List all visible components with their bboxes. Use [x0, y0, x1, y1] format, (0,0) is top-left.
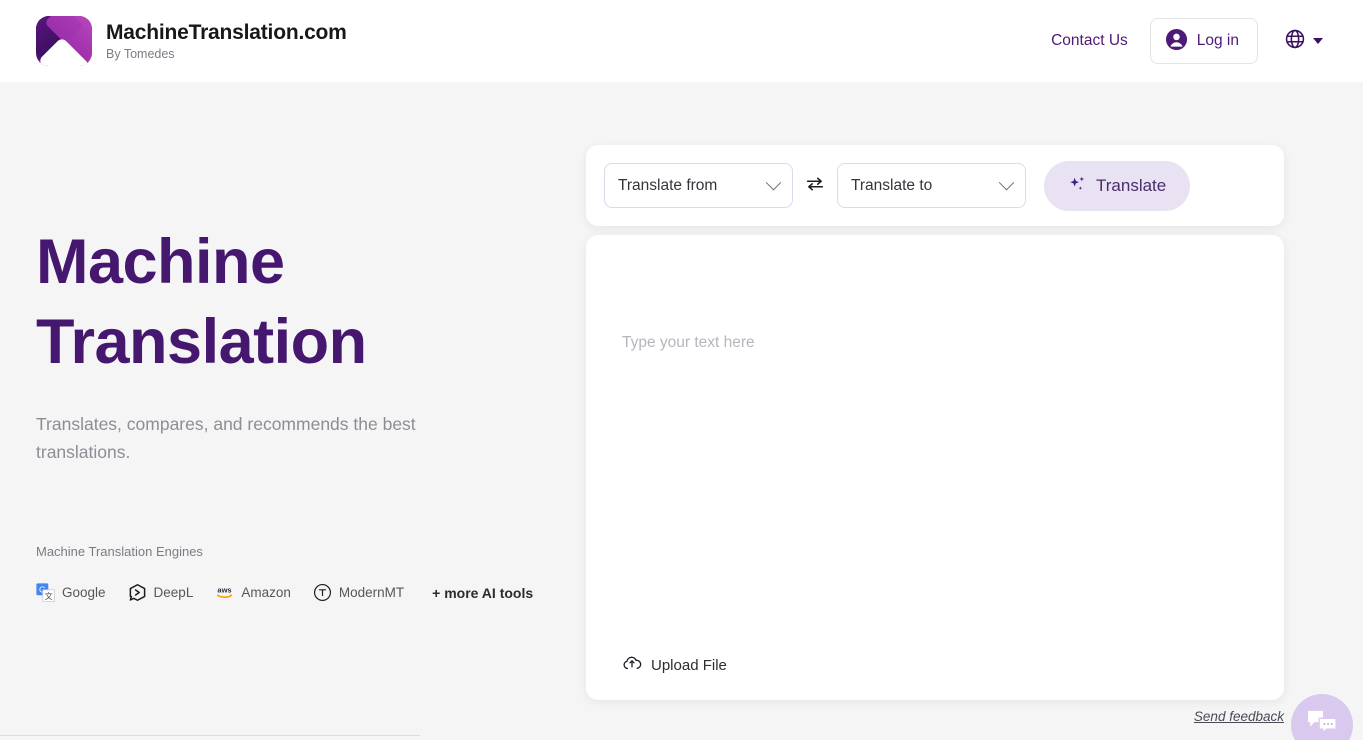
translate-button-label: Translate	[1096, 175, 1167, 195]
modernmt-icon	[313, 583, 332, 602]
swap-arrows-icon	[804, 173, 826, 198]
site-header: MachineTranslation.com By Tomedes Contac…	[0, 0, 1363, 82]
engine-amazon-label: Amazon	[241, 585, 291, 600]
login-button[interactable]: Log in	[1149, 18, 1258, 64]
more-ai-tools-link[interactable]: + more AI tools	[432, 585, 533, 601]
brand-subtitle: By Tomedes	[106, 47, 175, 62]
footer-divider	[0, 735, 420, 736]
svg-text:aws: aws	[218, 586, 232, 595]
source-language-select[interactable]: Translate from	[604, 163, 793, 208]
swap-languages-button[interactable]	[793, 167, 837, 205]
engines-list: G 文 Google DeepL aws Amazon ModernMT + m…	[36, 583, 533, 602]
login-button-label: Log in	[1196, 32, 1239, 49]
send-feedback-link[interactable]: Send feedback	[1194, 709, 1284, 724]
chat-widget-button[interactable]	[1291, 694, 1353, 740]
page-body: Machine Translation Translates, compares…	[0, 82, 1363, 740]
upload-file-button[interactable]: Upload File	[622, 653, 727, 678]
engine-modernmt[interactable]: ModernMT	[313, 583, 404, 602]
translate-button[interactable]: Translate	[1044, 160, 1191, 211]
chat-bubbles-icon	[1305, 708, 1339, 740]
machinetranslation-logo-icon	[36, 16, 92, 66]
source-text-input[interactable]: Type your text here	[622, 334, 755, 352]
contact-us-link[interactable]: Contact Us	[1051, 32, 1128, 50]
target-language-select[interactable]: Translate to	[837, 163, 1026, 208]
brand-text: MachineTranslation.com By Tomedes	[106, 21, 347, 61]
translation-controls-card: Translate from Translate to Translate	[586, 145, 1284, 226]
chevron-down-icon	[998, 174, 1015, 191]
sparkle-icon	[1068, 175, 1087, 197]
engine-modernmt-label: ModernMT	[338, 585, 405, 600]
chevron-down-icon	[765, 174, 782, 191]
svg-text:文: 文	[45, 591, 53, 601]
target-language-value: Translate to	[851, 176, 933, 194]
source-language-value: Translate from	[618, 176, 718, 194]
brand-name: MachineTranslation.com	[106, 20, 347, 44]
engine-deepl-label: DeepL	[153, 585, 194, 600]
hero-section: Machine Translation Translates, compares…	[36, 222, 546, 466]
chevron-down-icon	[1313, 38, 1323, 44]
engine-google-label: Google	[62, 585, 106, 600]
brand-logo[interactable]: MachineTranslation.com By Tomedes	[36, 16, 347, 66]
user-account-icon	[1165, 28, 1188, 54]
deepl-icon	[128, 583, 147, 602]
engines-caption: Machine Translation Engines	[36, 544, 203, 559]
globe-icon	[1284, 28, 1306, 55]
hero-title-line-2: Translation	[36, 307, 367, 377]
hero-subtitle: Translates, compares, and recommends the…	[36, 414, 416, 462]
hero-title-line-1: Machine	[36, 227, 285, 297]
google-translate-icon: G 文	[36, 583, 55, 602]
engine-google[interactable]: G 文 Google	[36, 583, 106, 602]
engines-section: Machine Translation Engines G 文 Google D…	[36, 544, 533, 602]
text-editor-card: Type your text here Upload File	[586, 235, 1284, 700]
language-selector[interactable]	[1280, 24, 1327, 59]
header-actions: Contact Us Log in	[1051, 18, 1327, 64]
upload-file-label: Upload File	[651, 657, 727, 674]
engine-amazon[interactable]: aws Amazon	[215, 583, 291, 602]
cloud-upload-icon	[622, 653, 642, 678]
engine-deepl[interactable]: DeepL	[128, 583, 194, 602]
page-title: Machine Translation	[36, 222, 546, 382]
aws-icon: aws	[215, 583, 234, 602]
